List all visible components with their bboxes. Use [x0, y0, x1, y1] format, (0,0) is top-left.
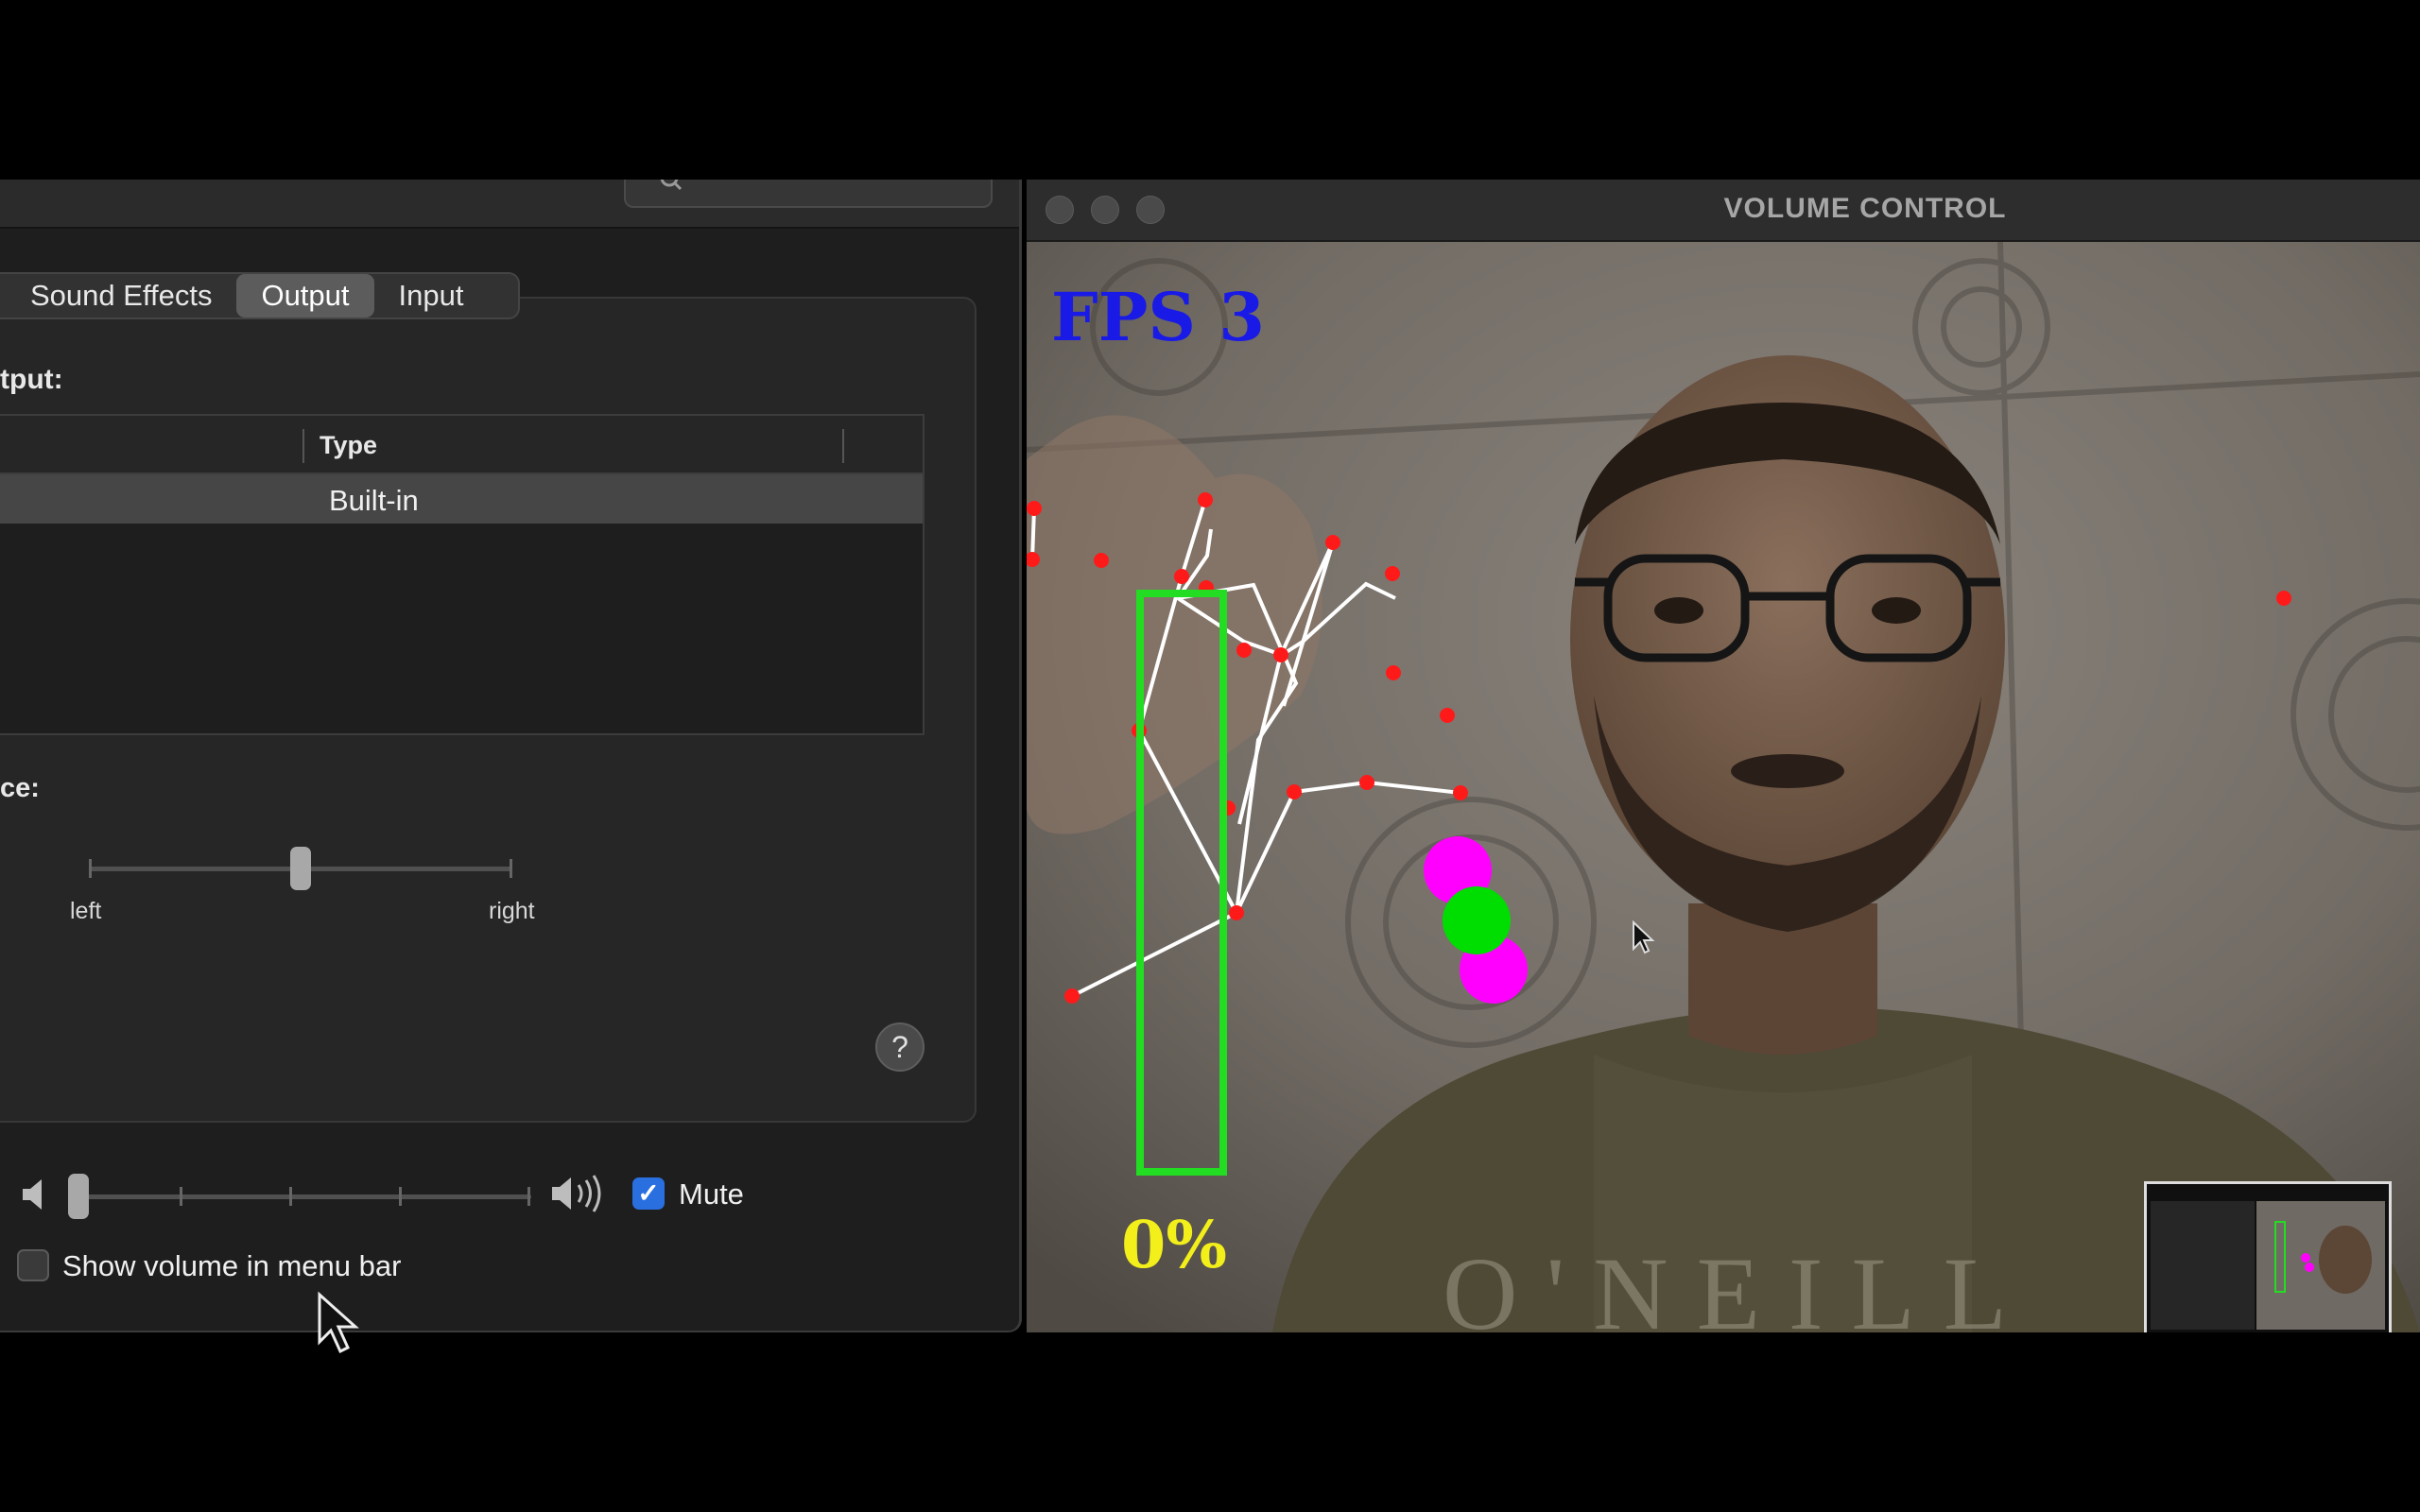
tab-output[interactable]: Output [236, 274, 374, 318]
screenshot-thumbnail[interactable] [2144, 1181, 2392, 1332]
volume-control-window: VOLUME CONTROL O'NEILL FPS 3 0% [1027, 180, 2420, 1332]
speaker-low-icon [23, 1179, 42, 1210]
output-volume-knob[interactable] [68, 1174, 89, 1219]
column-divider[interactable] [302, 429, 304, 463]
output-device-table[interactable]: Type Built-in [0, 414, 925, 735]
midpoint-marker [1443, 886, 1511, 954]
help-icon: ? [891, 1030, 908, 1064]
fps-counter: FPS 3 [1051, 278, 1265, 356]
slider-tick [399, 1187, 402, 1206]
mouse-cursor-icon [1633, 920, 1655, 954]
tab-bar: Sound Effects Output Input [0, 272, 520, 319]
tab-input[interactable]: Input [374, 274, 489, 318]
sound-preferences-window: Sound Effects Output Input tput: Type Bu… [0, 180, 1022, 1332]
slider-tick [89, 859, 92, 878]
webcam-feed: O'NEILL [1027, 242, 2420, 1332]
balance-left-label: left [70, 898, 102, 924]
table-row[interactable]: Built-in [0, 474, 923, 524]
column-divider[interactable] [842, 429, 844, 463]
slider-tick [289, 1187, 292, 1206]
slider-tick [180, 1187, 182, 1206]
help-button[interactable]: ? [875, 1022, 925, 1072]
balance-slider-knob[interactable] [290, 847, 311, 890]
slider-tick [510, 859, 512, 878]
show-volume-checkbox[interactable] [17, 1249, 49, 1281]
window-title: VOLUME CONTROL [1723, 193, 2007, 224]
balance-right-label: right [489, 898, 535, 924]
speaker-high-icon [552, 1175, 601, 1212]
search-field[interactable] [624, 180, 993, 208]
table-header: Type [0, 416, 923, 474]
preferences-toolbar [0, 180, 1019, 229]
column-header-type[interactable]: Type [320, 431, 377, 460]
mute-label[interactable]: Mute [679, 1177, 744, 1211]
mouse-pointer-icon [318, 1291, 359, 1354]
tab-sound-effects[interactable]: Sound Effects [6, 274, 236, 318]
balance-heading: ce: [0, 773, 40, 803]
checkmark-icon: ✓ [637, 1178, 660, 1208]
camera-titlebar: VOLUME CONTROL [1027, 180, 2420, 242]
slider-tick [527, 1187, 530, 1206]
shirt-print: O'NEILL [1443, 1236, 2035, 1332]
show-volume-label[interactable]: Show volume in menu bar [62, 1249, 401, 1283]
device-type-cell: Built-in [329, 484, 419, 517]
volume-percent-label: 0% [1121, 1208, 1227, 1283]
thumbnail-preview [2147, 1184, 2389, 1332]
output-device-heading: tput: [0, 364, 63, 395]
output-volume-slider[interactable] [70, 1187, 531, 1206]
mute-checkbox[interactable]: ✓ [632, 1177, 665, 1210]
search-icon [660, 180, 683, 191]
